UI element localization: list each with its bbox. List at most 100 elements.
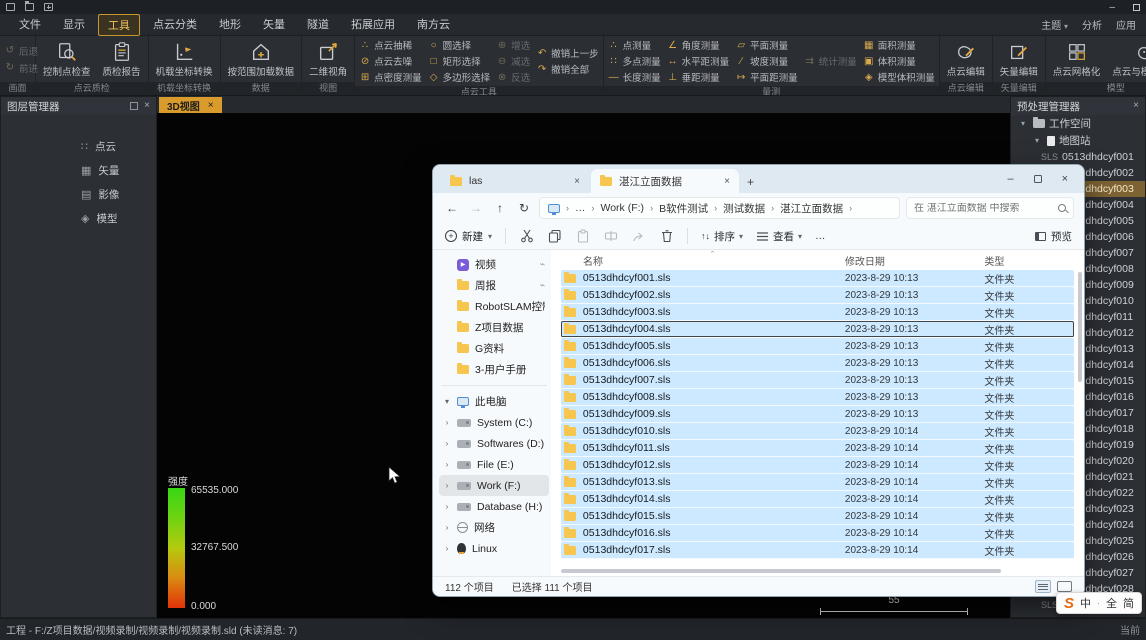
sort-button[interactable]: ↑↓ 排序 ▾ bbox=[701, 229, 743, 244]
share-button[interactable] bbox=[631, 229, 646, 244]
new-button[interactable]: + 新建 ▾ bbox=[445, 229, 492, 244]
pointcloud-mesh-button[interactable]: 点云网格化 bbox=[1050, 41, 1104, 78]
ribbon-mini-button[interactable]: ⊥垂距测量 bbox=[667, 70, 730, 84]
details-view-toggle[interactable] bbox=[1035, 580, 1051, 593]
pointcloud-edit-button[interactable]: 点云编辑 bbox=[944, 41, 988, 78]
chevron-right-icon[interactable]: › bbox=[443, 439, 451, 448]
maximize-button[interactable] bbox=[1034, 175, 1042, 183]
ribbon-mini-button[interactable]: ⊗反选 bbox=[496, 70, 530, 84]
table-row[interactable]: 0513dhdcyf012.sls 2023-8-29 10:14 文件夹 bbox=[561, 457, 1074, 474]
preview-toggle[interactable]: 预览 bbox=[1035, 229, 1072, 244]
chevron-right-icon[interactable]: › bbox=[443, 418, 451, 427]
new-tab-button[interactable]: + bbox=[747, 175, 754, 189]
ribbon-mini-button[interactable]: ↔水平距测量 bbox=[667, 54, 730, 68]
breadcrumb-segment[interactable]: 湛江立面数据 › bbox=[780, 201, 852, 216]
table-row[interactable]: 0513dhdcyf015.sls 2023-8-29 10:14 文件夹 bbox=[561, 508, 1074, 525]
tree-node-station[interactable]: ▾ 地图站 bbox=[1011, 132, 1145, 149]
nav-item-network[interactable]: ›网络 bbox=[439, 517, 549, 538]
scan-list-item[interactable]: SLS 0513dhdcyf001 bbox=[1011, 149, 1145, 165]
nav-item-drive[interactable]: ›System (C:) bbox=[439, 412, 549, 433]
add-icon[interactable] bbox=[44, 3, 53, 11]
breadcrumb[interactable]: › … › Work (F:) › B软件测试 › bbox=[539, 197, 900, 219]
nav-item-folder[interactable]: G资料 bbox=[439, 338, 549, 359]
menu-item[interactable]: 矢量 bbox=[254, 14, 294, 36]
table-row[interactable]: 0513dhdcyf003.sls 2023-8-29 10:13 文件夹 bbox=[561, 304, 1074, 321]
float-panel-icon[interactable] bbox=[130, 102, 138, 110]
layer-item-model[interactable]: ◈模型 bbox=[1, 211, 156, 226]
chevron-right-icon[interactable]: › bbox=[443, 523, 451, 532]
airborne-coord-convert-button[interactable]: 机载坐标转换 bbox=[153, 41, 216, 78]
ime-fullwidth-toggle[interactable]: 全 bbox=[1106, 595, 1117, 611]
ribbon-mini-button[interactable]: ↦平面距测量 bbox=[735, 70, 798, 84]
explorer-tab-active[interactable]: 湛江立面数据 × bbox=[591, 169, 739, 193]
undo-button[interactable]: ↺后退 bbox=[4, 44, 38, 58]
table-row[interactable]: 0513dhdcyf016.sls 2023-8-29 10:14 文件夹 bbox=[561, 525, 1074, 542]
pointcloud-model-compare-button[interactable]: 点云与模型对比 bbox=[1109, 41, 1146, 78]
ribbon-mini-button[interactable]: ⊘点云去噪 bbox=[359, 54, 422, 68]
vector-edit-button[interactable]: 矢量编辑 bbox=[997, 41, 1041, 78]
ime-lang-toggle[interactable]: 中 bbox=[1080, 595, 1091, 611]
menu-item[interactable]: 显示 bbox=[54, 14, 94, 36]
view-button[interactable]: 查看 ▾ bbox=[756, 229, 802, 244]
breadcrumb-segment[interactable]: Work (F:) › bbox=[601, 202, 654, 214]
menu-item[interactable]: 文件 bbox=[10, 14, 50, 36]
ime-simplified-toggle[interactable]: 简 bbox=[1123, 595, 1134, 611]
cut-button[interactable] bbox=[519, 229, 534, 244]
menu-item[interactable]: 地形 bbox=[210, 14, 250, 36]
layer-item-image[interactable]: ▤影像 bbox=[1, 187, 156, 202]
nav-item-drive[interactable]: ›Softwares (D:) bbox=[439, 433, 549, 454]
up-button[interactable]: ↑ bbox=[491, 201, 509, 215]
ribbon-mini-button[interactable]: ○圆选择 bbox=[428, 38, 491, 52]
minimize-button[interactable]: – bbox=[1007, 173, 1013, 185]
open-folder-icon[interactable] bbox=[25, 3, 34, 11]
menu-item[interactable]: 南方云 bbox=[408, 14, 459, 36]
nav-item-drive[interactable]: ›Work (F:) bbox=[439, 475, 549, 496]
table-row[interactable]: 0513dhdcyf013.sls 2023-8-29 10:14 文件夹 bbox=[561, 474, 1074, 491]
minimize-button[interactable]: – bbox=[1109, 2, 1115, 13]
close-icon[interactable]: × bbox=[574, 176, 580, 187]
chevron-down-icon[interactable]: ▾ bbox=[443, 397, 451, 406]
table-row[interactable]: 0513dhdcyf008.sls 2023-8-29 10:13 文件夹 bbox=[561, 389, 1074, 406]
chevron-right-icon[interactable]: › bbox=[443, 502, 451, 511]
close-icon[interactable]: × bbox=[724, 176, 730, 187]
ime-toolbar[interactable]: S 中 · 全 简 bbox=[1056, 592, 1142, 614]
close-icon[interactable]: × bbox=[144, 102, 150, 110]
horizontal-scrollbar[interactable] bbox=[561, 569, 1001, 573]
nav-item-this-pc[interactable]: ▾此电脑 bbox=[439, 391, 549, 412]
theme-menu[interactable]: 主题 ▾ bbox=[1041, 17, 1068, 32]
table-row[interactable]: 0513dhdcyf009.sls 2023-8-29 10:13 文件夹 bbox=[561, 406, 1074, 423]
nav-item-drive[interactable]: ›Database (H:) bbox=[439, 496, 549, 517]
ribbon-mini-button[interactable]: ↷撤销全部 bbox=[536, 62, 599, 76]
table-row[interactable]: 0513dhdcyf014.sls 2023-8-29 10:14 文件夹 bbox=[561, 491, 1074, 508]
ribbon-mini-button[interactable]: ▱平面测量 bbox=[735, 38, 798, 52]
large-icons-view-toggle[interactable] bbox=[1057, 581, 1072, 592]
ribbon-mini-button[interactable]: ∕坡度测量 bbox=[735, 54, 798, 68]
table-row[interactable]: 0513dhdcyf017.sls 2023-8-29 10:14 文件夹 bbox=[561, 542, 1074, 559]
ribbon-mini-button[interactable]: ▣体积测量 bbox=[863, 54, 935, 68]
column-header-date[interactable]: 修改日期 bbox=[845, 253, 984, 268]
close-icon[interactable]: × bbox=[208, 100, 214, 111]
table-row[interactable]: 0513dhdcyf004.sls 2023-8-29 10:13 文件夹 bbox=[561, 321, 1074, 338]
chevron-down-icon[interactable]: ▾ bbox=[1035, 136, 1043, 145]
ribbon-mini-button[interactable]: —长度测量 bbox=[608, 70, 661, 84]
ribbon-mini-button[interactable]: ◇多边形选择 bbox=[428, 70, 491, 84]
refresh-button[interactable]: ↻ bbox=[515, 201, 533, 215]
load-by-extent-button[interactable]: 按范围加载数据 bbox=[225, 41, 298, 78]
table-row[interactable]: 0513dhdcyf001.sls 2023-8-29 10:13 文件夹 bbox=[561, 270, 1074, 287]
redo-button[interactable]: ↻前进 bbox=[4, 61, 38, 75]
chevron-down-icon[interactable]: ▾ bbox=[1021, 119, 1029, 128]
control-point-check-button[interactable]: 控制点检查 bbox=[40, 41, 94, 78]
restore-button[interactable] bbox=[1133, 4, 1140, 11]
ribbon-mini-button[interactable]: ⇉统计测量 bbox=[804, 54, 857, 68]
menu-item[interactable]: 点云分类 bbox=[144, 14, 206, 36]
table-row[interactable]: 0513dhdcyf007.sls 2023-8-29 10:13 文件夹 bbox=[561, 372, 1074, 389]
nav-item-folder[interactable]: Z项目数据 bbox=[439, 317, 549, 338]
layer-item-pointcloud[interactable]: ∷点云 bbox=[1, 139, 156, 154]
2d-view-button[interactable]: 二维视角 bbox=[306, 41, 350, 78]
menu-item[interactable]: 工具 bbox=[98, 14, 140, 36]
table-row[interactable]: 0513dhdcyf011.sls 2023-8-29 10:14 文件夹 bbox=[561, 440, 1074, 457]
ribbon-mini-button[interactable]: ⊞点密度测量 bbox=[359, 70, 422, 84]
column-header-name[interactable]: 名称ˆ bbox=[561, 253, 845, 268]
search-box[interactable] bbox=[906, 197, 1074, 219]
nav-item-folder[interactable]: 3-用户手册 bbox=[439, 359, 549, 380]
